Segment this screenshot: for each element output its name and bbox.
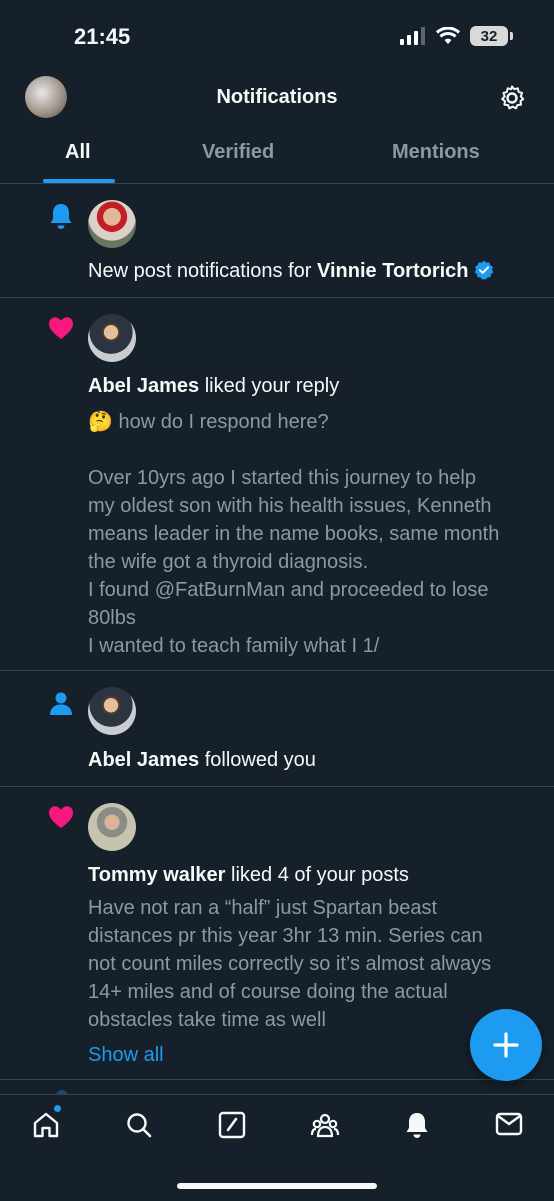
post-preview[interactable]: 🤔 how do I respond here? Over 10yrs ago … — [88, 408, 534, 660]
user-name[interactable]: Abel James — [88, 375, 199, 397]
tab-bar: All Verified Mentions — [0, 125, 554, 184]
heart-icon — [49, 317, 73, 339]
messages-icon[interactable] — [495, 1111, 523, 1137]
post-preview[interactable]: Have not ran a “half” just Spartan beast… — [88, 894, 534, 1034]
signal-icon — [400, 27, 425, 45]
search-icon[interactable] — [125, 1111, 153, 1139]
home-indicator — [177, 1183, 377, 1189]
notification-text: New post notifications for Vinnie Tortor… — [88, 257, 534, 285]
notification-text: Abel James liked your reply — [88, 375, 340, 397]
avatar[interactable] — [88, 314, 136, 362]
communities-icon[interactable] — [310, 1111, 340, 1139]
tab-verified[interactable]: Verified — [202, 141, 274, 164]
user-name[interactable]: Tommy walker — [88, 864, 225, 886]
wifi-icon — [436, 27, 460, 44]
notification-item[interactable]: Abel James followed you — [0, 671, 554, 787]
home-icon[interactable] — [32, 1111, 60, 1139]
heart-icon — [49, 806, 73, 828]
verified-badge-icon — [474, 260, 494, 280]
clock: 21:45 — [74, 24, 131, 49]
show-all-link[interactable]: Show all — [88, 1041, 164, 1069]
active-tab-indicator — [43, 179, 115, 183]
page-title: Notifications — [216, 86, 338, 108]
user-name[interactable]: Abel James — [88, 749, 199, 771]
compose-post-button[interactable] — [470, 1009, 542, 1081]
top-bar: Notifications — [0, 70, 554, 125]
person-icon — [50, 692, 72, 715]
avatar[interactable] — [88, 200, 136, 248]
plus-icon — [493, 1032, 519, 1058]
notification-text: Tommy walker liked 4 of your posts — [88, 864, 409, 886]
thinking-emoji-icon: 🤔 — [88, 411, 113, 433]
status-bar: 21:45 32 — [0, 0, 554, 70]
gear-icon[interactable] — [498, 84, 526, 112]
compose-icon[interactable] — [218, 1111, 246, 1139]
notification-item[interactable]: Abel James liked your reply 🤔 how do I r… — [0, 298, 554, 671]
battery-indicator: 32 — [470, 26, 513, 46]
avatar[interactable] — [88, 803, 136, 851]
user-name[interactable]: Vinnie Tortorich — [317, 260, 469, 282]
notification-item[interactable]: New post notifications for Vinnie Tortor… — [0, 184, 554, 298]
bell-icon — [50, 204, 72, 229]
tab-mentions[interactable]: Mentions — [392, 141, 480, 164]
avatar[interactable] — [88, 687, 136, 735]
notifications-icon[interactable] — [404, 1111, 430, 1139]
notification-text: Abel James followed you — [88, 749, 316, 771]
tab-all[interactable]: All — [65, 141, 91, 164]
